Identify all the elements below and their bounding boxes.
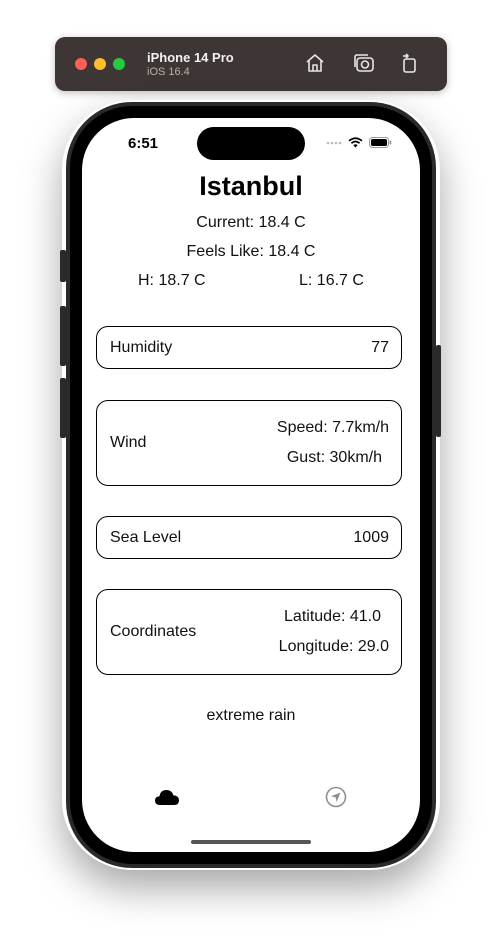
current-temperature: Current: 18.4 C	[196, 214, 306, 231]
wind-speed: Speed: 7.7km/h	[276, 419, 389, 436]
status-time: 6:51	[128, 135, 159, 152]
device-name: iPhone 14 Pro	[147, 50, 234, 65]
city-name: Istanbul	[199, 171, 303, 201]
home-icon[interactable]	[303, 51, 327, 75]
coordinates-label: Coordinates	[110, 623, 197, 640]
sea-level-card: Sea Level 1009	[96, 516, 402, 559]
high-temperature: H: 18.7 C	[138, 272, 206, 289]
dynamic-island	[197, 127, 305, 160]
home-indicator	[191, 840, 311, 844]
latitude-value: Latitude: 41.0	[284, 608, 381, 625]
minimize-window-button[interactable]	[94, 58, 106, 70]
zoom-window-button[interactable]	[113, 58, 125, 70]
weather-condition: extreme rain	[206, 707, 296, 724]
cloud-icon[interactable]	[154, 788, 180, 811]
cellular-dots-icon	[326, 141, 342, 144]
close-window-button[interactable]	[75, 58, 87, 70]
phone-screen: 6:51 Istanbul Current: 18.4 C Feels Like…	[82, 118, 420, 852]
location-arrow-icon[interactable]	[325, 786, 347, 813]
wind-gust: Gust: 30km/h	[286, 449, 382, 466]
status-icons	[326, 137, 392, 148]
humidity-value: 77	[371, 339, 389, 356]
wind-label: Wind	[110, 434, 147, 451]
screenshot-icon[interactable]	[352, 51, 376, 75]
coordinates-card: Coordinates Latitude: 41.0 Longitude: 29…	[96, 589, 402, 675]
sea-level-label: Sea Level	[110, 529, 182, 546]
rotate-icon[interactable]	[397, 51, 421, 75]
humidity-card: Humidity 77	[96, 326, 402, 369]
wifi-icon	[348, 137, 363, 148]
feels-like-temperature: Feels Like: 18.4 C	[186, 243, 316, 260]
humidity-label: Humidity	[110, 339, 173, 356]
longitude-value: Longitude: 29.0	[278, 638, 389, 655]
sea-level-value: 1009	[353, 529, 389, 546]
battery-icon	[369, 137, 392, 148]
simulator-toolbar: iPhone 14 Pro iOS 16.4	[55, 37, 447, 91]
low-temperature: L: 16.7 C	[299, 272, 364, 289]
wind-card: Wind Speed: 7.7km/h Gust: 30km/h	[96, 400, 402, 486]
os-version: iOS 16.4	[147, 66, 190, 78]
power-button	[436, 345, 441, 437]
